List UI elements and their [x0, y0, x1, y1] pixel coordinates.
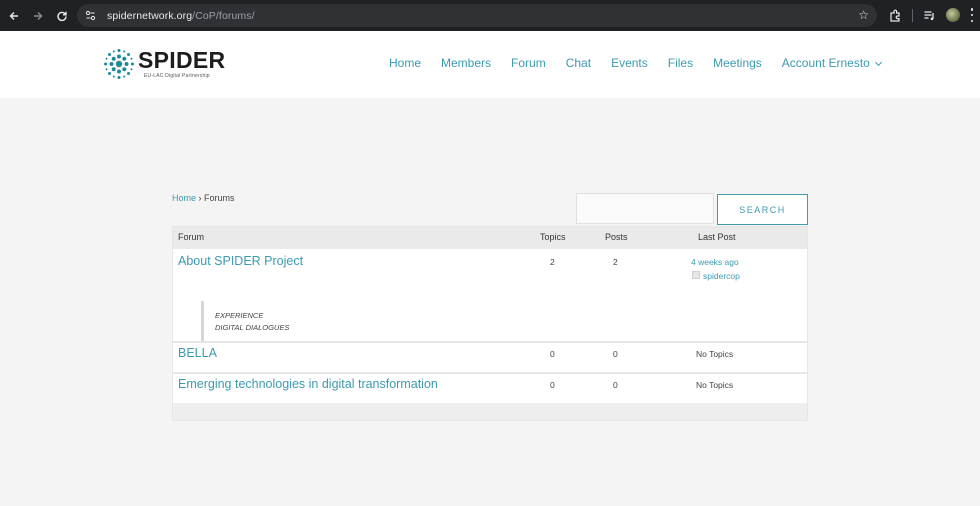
topics-count: 0 — [550, 349, 555, 359]
header-posts: Posts — [605, 232, 628, 242]
forum-title-link[interactable]: About SPIDER Project — [178, 254, 303, 268]
back-icon[interactable] — [3, 5, 25, 27]
logo-title: SPIDER — [138, 47, 226, 73]
forum-search-input[interactable] — [576, 193, 714, 224]
toolbar-divider — [912, 9, 913, 22]
forward-icon[interactable] — [27, 5, 49, 27]
spider-logo-icon — [104, 49, 134, 79]
nav-account[interactable]: Account Ernesto — [781, 56, 882, 71]
media-controls-icon[interactable] — [920, 6, 938, 24]
search-button[interactable]: SEARCH — [717, 194, 808, 225]
nav-account-label: Account Ernesto — [781, 56, 870, 70]
forum-title-link[interactable]: Emerging technologies in digital transfo… — [178, 377, 438, 391]
topics-count: 0 — [550, 380, 555, 390]
main-nav: Home Members Forum Chat Events Files Mee… — [389, 56, 882, 71]
header-forum: Forum — [178, 232, 205, 242]
bookmark-star-icon[interactable]: ☆ — [858, 8, 869, 22]
header-topics: Topics — [540, 232, 566, 242]
profile-avatar[interactable] — [946, 8, 960, 22]
nav-forum[interactable]: Forum — [511, 56, 546, 71]
url-text: spidernetwork.org/CoP/forums/ — [107, 9, 255, 22]
forum-row: About SPIDER Project 2 2 4 weeks ago spi… — [173, 249, 807, 343]
breadcrumb: Home › Forums — [172, 193, 235, 203]
user-avatar-icon — [692, 271, 700, 279]
posts-count: 2 — [613, 257, 618, 267]
nav-files[interactable]: Files — [668, 56, 693, 71]
browser-menu-icon[interactable] — [970, 8, 974, 22]
forum-row: Emerging technologies in digital transfo… — [173, 374, 807, 403]
reload-icon[interactable] — [51, 5, 73, 27]
subforum-link[interactable]: EXPERIENCE — [215, 311, 263, 320]
breadcrumb-separator: › — [198, 193, 202, 203]
site-header: SPIDER EU-LAC Digital Partnership Home M… — [0, 31, 980, 98]
forum-row: BELLA 0 0 No Topics — [173, 343, 807, 372]
nav-chat[interactable]: Chat — [566, 56, 591, 71]
site-info-icon[interactable] — [83, 9, 97, 23]
nav-meetings[interactable]: Meetings — [713, 56, 762, 71]
address-bar[interactable]: spidernetwork.org/CoP/forums/ ☆ — [77, 4, 877, 27]
table-header: Forum Topics Posts Last Post — [173, 227, 807, 249]
last-post-time-link[interactable]: 4 weeks ago — [691, 257, 739, 267]
last-post-status: No Topics — [696, 380, 734, 390]
topics-count: 2 — [550, 257, 555, 267]
logo-subtitle: EU-LAC Digital Partnership — [144, 73, 210, 79]
forum-title-link[interactable]: BELLA — [178, 346, 217, 360]
posts-count: 0 — [613, 380, 618, 390]
table-footer — [173, 403, 807, 420]
breadcrumb-current: Forums — [204, 193, 235, 203]
header-last-post: Last Post — [698, 232, 736, 242]
nav-home[interactable]: Home — [389, 56, 421, 71]
extensions-icon[interactable] — [886, 6, 904, 24]
posts-count: 0 — [613, 349, 618, 359]
forum-table: Forum Topics Posts Last Post About SPIDE… — [172, 226, 808, 421]
subforum-link[interactable]: DIGITAL DIALOGUES — [215, 323, 289, 332]
last-post-author-link[interactable]: spidercop — [703, 271, 740, 281]
nav-members[interactable]: Members — [441, 56, 491, 71]
breadcrumb-home[interactable]: Home — [172, 193, 196, 203]
chevron-down-icon — [874, 58, 882, 66]
spider-logo[interactable]: SPIDER EU-LAC Digital Partnership — [103, 46, 225, 82]
subforum-list: EXPERIENCE DIGITAL DIALOGUES — [201, 301, 289, 343]
nav-events[interactable]: Events — [611, 56, 648, 71]
last-post-status: No Topics — [696, 349, 734, 359]
browser-toolbar: spidernetwork.org/CoP/forums/ ☆ — [0, 0, 980, 31]
